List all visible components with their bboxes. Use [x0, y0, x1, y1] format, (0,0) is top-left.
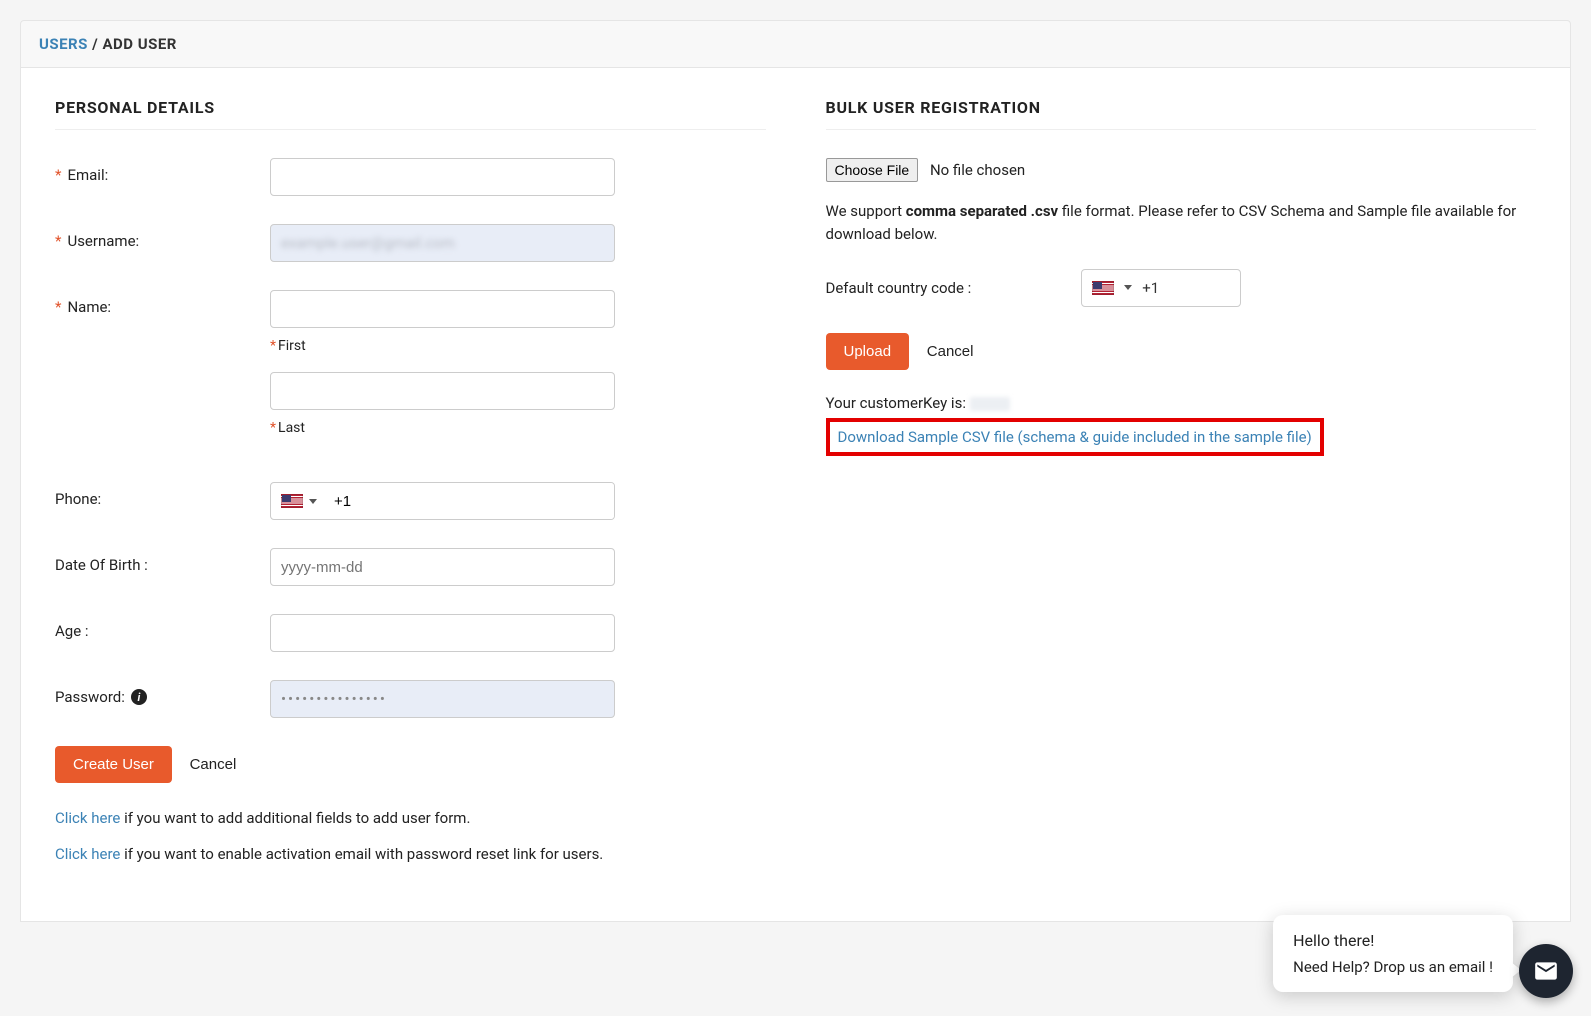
dob-label: Date Of Birth : [55, 548, 270, 574]
additional-fields-hint: Click here if you want to add additional… [55, 809, 766, 827]
age-field[interactable] [270, 614, 615, 652]
us-flag-icon [281, 494, 303, 508]
file-chosen-status: No file chosen [930, 161, 1025, 179]
breadcrumb: USERS / ADD USER [20, 20, 1571, 68]
username-field[interactable]: example.user@gmail.com [270, 224, 615, 262]
us-flag-icon [1092, 281, 1114, 295]
bulk-cancel-button[interactable]: Cancel [913, 333, 988, 370]
age-label: Age : [55, 614, 270, 640]
chat-fab-button[interactable] [1519, 944, 1573, 998]
country-code-value: +1 [1142, 279, 1159, 297]
chat-help-bubble[interactable]: Hello there! Need Help? Drop us an email… [1273, 915, 1513, 992]
dob-field[interactable] [270, 548, 615, 586]
phone-field-wrap [270, 482, 615, 520]
username-label: *Username: [55, 224, 270, 250]
bulk-registration-title: BULK USER REGISTRATION [826, 98, 1537, 130]
personal-details-section: PERSONAL DETAILS *Email: *Username: exam… [55, 98, 766, 881]
first-name-field[interactable] [270, 290, 615, 328]
csv-support-note: We support comma separated .csv file for… [826, 200, 1537, 247]
breadcrumb-separator: / [92, 35, 102, 53]
breadcrumb-current: ADD USER [102, 35, 176, 53]
default-country-code-selector[interactable]: +1 [1081, 269, 1241, 307]
default-country-code-label: Default country code : [826, 279, 972, 297]
choose-file-button[interactable]: Choose File [826, 158, 919, 182]
create-user-button[interactable]: Create User [55, 746, 172, 783]
bulk-registration-section: BULK USER REGISTRATION Choose File No fi… [826, 98, 1537, 881]
email-field[interactable] [270, 158, 615, 196]
download-sample-highlight: Download Sample CSV file (schema & guide… [826, 418, 1324, 456]
customer-key-line: Your customerKey is: [826, 394, 1537, 412]
first-name-sublabel: *First [270, 338, 766, 354]
activation-email-hint: Click here if you want to enable activat… [55, 845, 766, 863]
cancel-button[interactable]: Cancel [176, 746, 251, 783]
email-label: *Email: [55, 158, 270, 184]
last-name-sublabel: *Last [270, 420, 766, 436]
last-name-field[interactable] [270, 372, 615, 410]
chevron-down-icon [1124, 285, 1132, 290]
name-label: *Name: [55, 290, 270, 316]
additional-fields-link[interactable]: Click here [55, 809, 120, 827]
phone-country-selector[interactable] [271, 483, 326, 519]
upload-button[interactable]: Upload [826, 333, 910, 370]
password-field[interactable]: ••••••••••••••• [270, 680, 615, 718]
personal-details-title: PERSONAL DETAILS [55, 98, 766, 130]
download-sample-csv-link[interactable]: Download Sample CSV file (schema & guide… [838, 428, 1312, 446]
customer-key-value [970, 397, 1010, 411]
activation-email-link[interactable]: Click here [55, 845, 120, 863]
breadcrumb-users-link[interactable]: USERS [39, 35, 88, 53]
phone-field[interactable] [326, 483, 614, 519]
password-label: Password: i [55, 680, 270, 706]
info-icon[interactable]: i [131, 689, 147, 705]
chat-greeting: Hello there! [1293, 931, 1493, 950]
chevron-down-icon [309, 499, 317, 504]
phone-label: Phone: [55, 482, 270, 508]
mail-icon [1533, 958, 1559, 984]
chat-help-text: Need Help? Drop us an email ! [1293, 958, 1493, 976]
